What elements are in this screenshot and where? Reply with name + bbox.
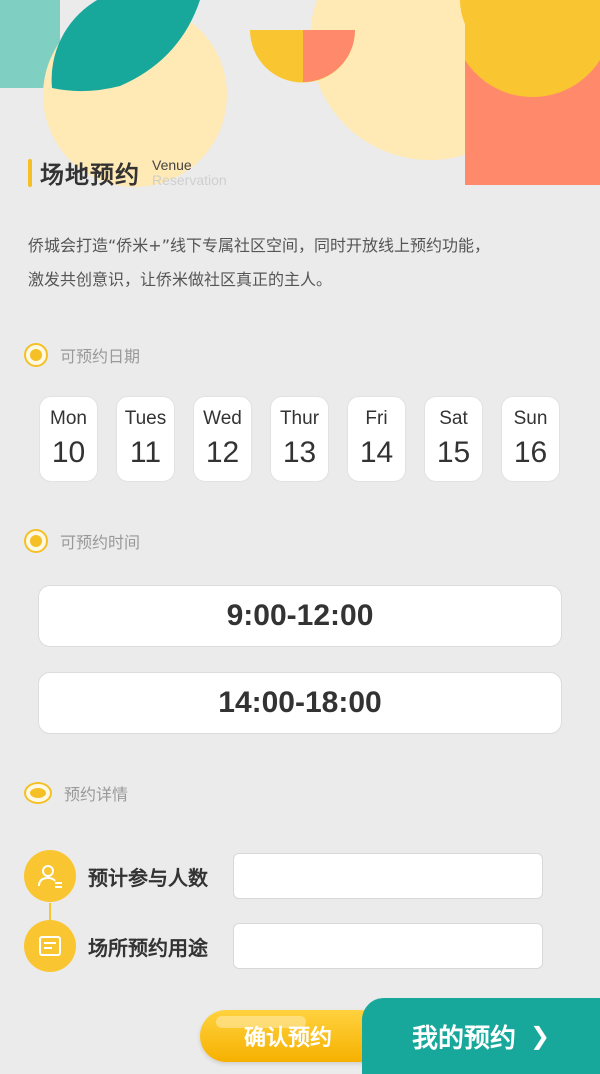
title-accent-bar [28, 158, 32, 187]
document-icon [24, 920, 76, 972]
time-slot-afternoon[interactable]: 14:00-18:00 [38, 672, 562, 734]
date-card-sun[interactable]: Sun 16 [501, 396, 560, 482]
day-name: Mon [50, 408, 87, 429]
page-title-row: 场地预约 Venue Reservation [28, 155, 227, 190]
participants-row: 预计参与人数 [24, 850, 543, 902]
page-title: 场地预约 [40, 161, 140, 189]
section-details-header: 预约详情 [24, 781, 128, 805]
date-card-thu[interactable]: Thur 13 [270, 396, 329, 482]
day-name: Sat [439, 408, 468, 429]
my-reservations-button[interactable]: 我的预约 ❯ [362, 998, 600, 1074]
day-number: 16 [513, 436, 548, 469]
intro-line-1: 侨城会打造“侨米+”线下专属社区空间，同时开放线上预约功能， [28, 236, 490, 255]
intro-line-2: 激发共创意识，让侨米做社区真正的主人。 [28, 270, 333, 289]
day-name: Sun [513, 408, 548, 429]
date-card-mon[interactable]: Mon 10 [39, 396, 98, 482]
person-icon [24, 850, 76, 902]
detail-connector [49, 903, 51, 921]
date-picker: Mon 10 Tues 11 Wed 12 Thur 13 Fri 14 Sat… [39, 396, 560, 482]
radio-icon [24, 782, 52, 804]
document-icon-svg [39, 936, 61, 956]
date-card-fri[interactable]: Fri 14 [347, 396, 406, 482]
section-dates-header: 可预约日期 [24, 343, 140, 367]
section-details-label: 预约详情 [64, 785, 129, 804]
radio-icon [24, 343, 48, 367]
my-reservations-label: 我的预约 [412, 1023, 517, 1054]
chevron-right-icon: ❯ [530, 1022, 551, 1050]
date-card-sat[interactable]: Sat 15 [424, 396, 483, 482]
radio-icon [24, 529, 48, 553]
person-icon-svg [38, 865, 62, 888]
section-dates-label: 可预约日期 [60, 347, 141, 366]
section-times-label: 可预约时间 [60, 533, 141, 552]
participants-label: 预计参与人数 [88, 865, 208, 890]
confirm-reservation-label: 确认预约 [243, 1026, 332, 1051]
day-name: Wed [203, 408, 242, 429]
page-subtitle: Venue Reservation [152, 156, 227, 188]
section-times-header: 可预约时间 [24, 529, 140, 553]
day-name: Tues [124, 408, 167, 429]
time-slot-morning[interactable]: 9:00-12:00 [38, 585, 562, 647]
day-number: 14 [359, 436, 394, 469]
purpose-label: 场所预约用途 [88, 935, 208, 960]
intro-text: 侨城会打造“侨米+”线下专属社区空间，同时开放线上预约功能， 激发共创意识，让侨… [28, 229, 568, 297]
participants-input[interactable] [233, 853, 543, 899]
purpose-row: 场所预约用途 [24, 920, 543, 972]
subtitle-line-2: Reservation [152, 171, 227, 188]
day-number: 15 [436, 436, 471, 469]
subtitle-line-1: Venue [152, 156, 192, 173]
date-card-wed[interactable]: Wed 12 [193, 396, 252, 482]
day-number: 11 [129, 436, 162, 469]
day-name: Thur [279, 408, 320, 429]
day-number: 10 [51, 436, 86, 469]
purpose-input[interactable] [233, 923, 543, 969]
day-number: 13 [282, 436, 317, 469]
date-card-tue[interactable]: Tues 11 [116, 396, 175, 482]
day-number: 12 [205, 436, 240, 469]
day-name: Fri [365, 408, 388, 429]
